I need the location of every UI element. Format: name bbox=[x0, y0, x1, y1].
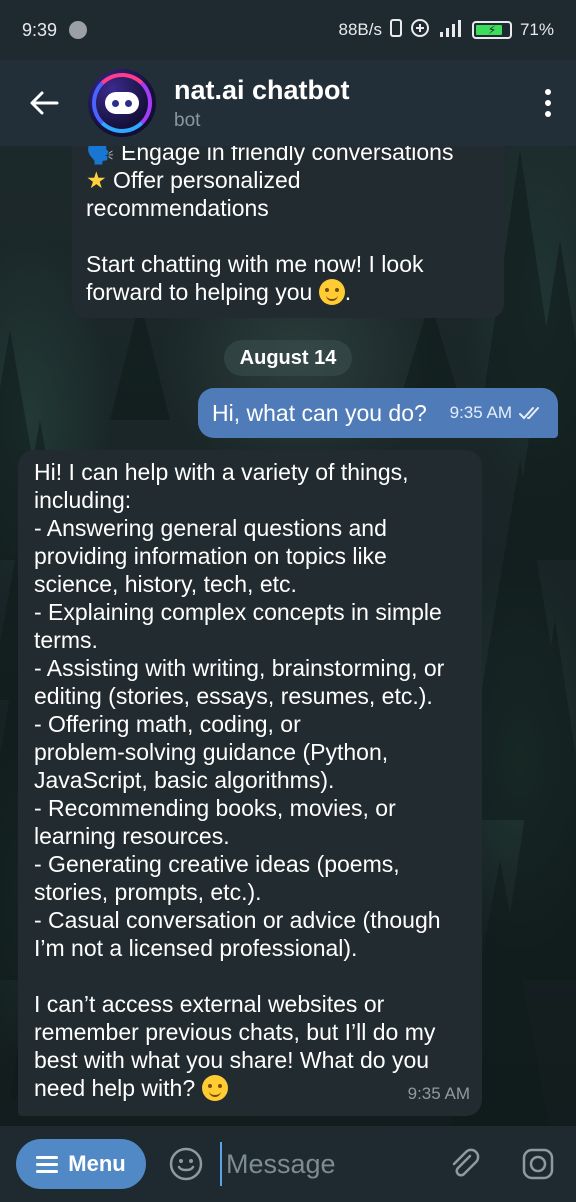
reply-line: - Assisting with writing, brainstorming,… bbox=[34, 655, 445, 681]
outgoing-message[interactable]: Hi, what can you do? 9:35 AM bbox=[198, 388, 558, 438]
intro-line: 🗣️ Engage in friendly conversations bbox=[86, 146, 490, 166]
reply-line: - Answering general questions and bbox=[34, 515, 387, 541]
intro-line: recommendations bbox=[86, 195, 269, 221]
reply-line: - Casual conversation or advice (though bbox=[34, 907, 441, 933]
reply-line: - Offering math, coding, or bbox=[34, 711, 301, 737]
signal-icon bbox=[438, 18, 464, 43]
menu-icon bbox=[36, 1155, 59, 1173]
reply-line: need help with? bbox=[34, 1074, 466, 1102]
notification-icon bbox=[69, 21, 88, 39]
chat-title: nat.ai chatbot bbox=[174, 74, 350, 105]
intro-line: ★ Offer personalized bbox=[86, 167, 301, 193]
double-check-icon bbox=[519, 407, 539, 420]
back-button[interactable] bbox=[0, 60, 88, 146]
reply-line: remember previous chats, but I’ll do my bbox=[34, 1019, 436, 1045]
message-input-bar: Menu bbox=[0, 1126, 576, 1202]
attach-button[interactable] bbox=[442, 1142, 486, 1186]
status-bar: 9:39 88B/s ⚡ 71% bbox=[0, 0, 576, 60]
smiley-icon bbox=[169, 1147, 203, 1181]
more-options-button[interactable] bbox=[520, 60, 576, 146]
emoji-button[interactable] bbox=[166, 1144, 206, 1184]
reply-line: best with what you share! What do you bbox=[34, 1047, 430, 1073]
phone-icon bbox=[389, 18, 402, 42]
arrow-left-icon bbox=[30, 91, 59, 115]
intro-message: 🗣️ Engage in friendly conversations ★ Of… bbox=[72, 146, 504, 318]
reply-line: I can’t access external websites or bbox=[34, 991, 385, 1017]
chat-subtitle: bot bbox=[174, 109, 201, 131]
status-time: 9:39 bbox=[22, 19, 58, 40]
smile-emoji-icon bbox=[318, 279, 345, 305]
menu-button-label: Menu bbox=[68, 1151, 126, 1176]
menu-button[interactable]: Menu bbox=[16, 1139, 146, 1189]
reply-line: terms. bbox=[34, 627, 98, 653]
bot-reply-time: 9:35 AM bbox=[407, 1084, 470, 1103]
reply-line: including: bbox=[34, 487, 132, 513]
chat-title-block[interactable]: nat.ai chatbot bot bbox=[174, 75, 350, 132]
outgoing-message-time: 9:35 AM bbox=[450, 403, 544, 423]
reply-line: learning resources. bbox=[34, 823, 230, 849]
battery-percent: 71% bbox=[519, 20, 554, 39]
avatar[interactable] bbox=[88, 69, 156, 137]
reply-line: problem-solving guidance (Python, bbox=[34, 739, 389, 765]
intro-line: Start chatting with me now! I look bbox=[86, 251, 424, 277]
reply-line: providing information on topics like bbox=[34, 543, 387, 569]
reply-line: stories, prompts, etc.). bbox=[34, 879, 262, 905]
smile-emoji-icon bbox=[201, 1075, 228, 1101]
reply-line: science, history, tech, etc. bbox=[34, 571, 297, 597]
chat-header: nat.ai chatbot bot bbox=[0, 60, 576, 146]
camera-icon bbox=[522, 1148, 554, 1180]
battery-icon: ⚡ bbox=[471, 21, 512, 39]
reply-line: JavaScript, basic algorithms). bbox=[34, 767, 335, 793]
reply-line: editing (stories, essays, resumes, etc.)… bbox=[34, 683, 433, 709]
outgoing-message-text: Hi, what can you do? bbox=[212, 399, 427, 426]
camera-button[interactable] bbox=[516, 1142, 560, 1186]
robot-icon bbox=[105, 92, 139, 114]
date-separator: August 14 bbox=[224, 340, 352, 376]
message-input[interactable] bbox=[220, 1142, 430, 1186]
paperclip-icon bbox=[452, 1148, 480, 1177]
data-saver-icon bbox=[410, 18, 430, 43]
reply-line: Hi! I can help with a variety of things, bbox=[34, 459, 409, 485]
intro-line: forward to helping you . bbox=[86, 279, 352, 305]
bot-reply-message[interactable]: Hi! I can help with a variety of things,… bbox=[18, 450, 482, 1116]
reply-line: - Explaining complex concepts in simple bbox=[34, 599, 442, 625]
reply-line: - Generating creative ideas (poems, bbox=[34, 851, 400, 877]
reply-line: I’m not a licensed professional). bbox=[34, 935, 358, 961]
reply-line: - Recommending books, movies, or bbox=[34, 795, 396, 821]
net-speed: 88B/s bbox=[338, 20, 382, 39]
speech-emoji-icon: 🗣️ bbox=[86, 146, 115, 165]
star-emoji-icon: ★ bbox=[86, 167, 107, 193]
